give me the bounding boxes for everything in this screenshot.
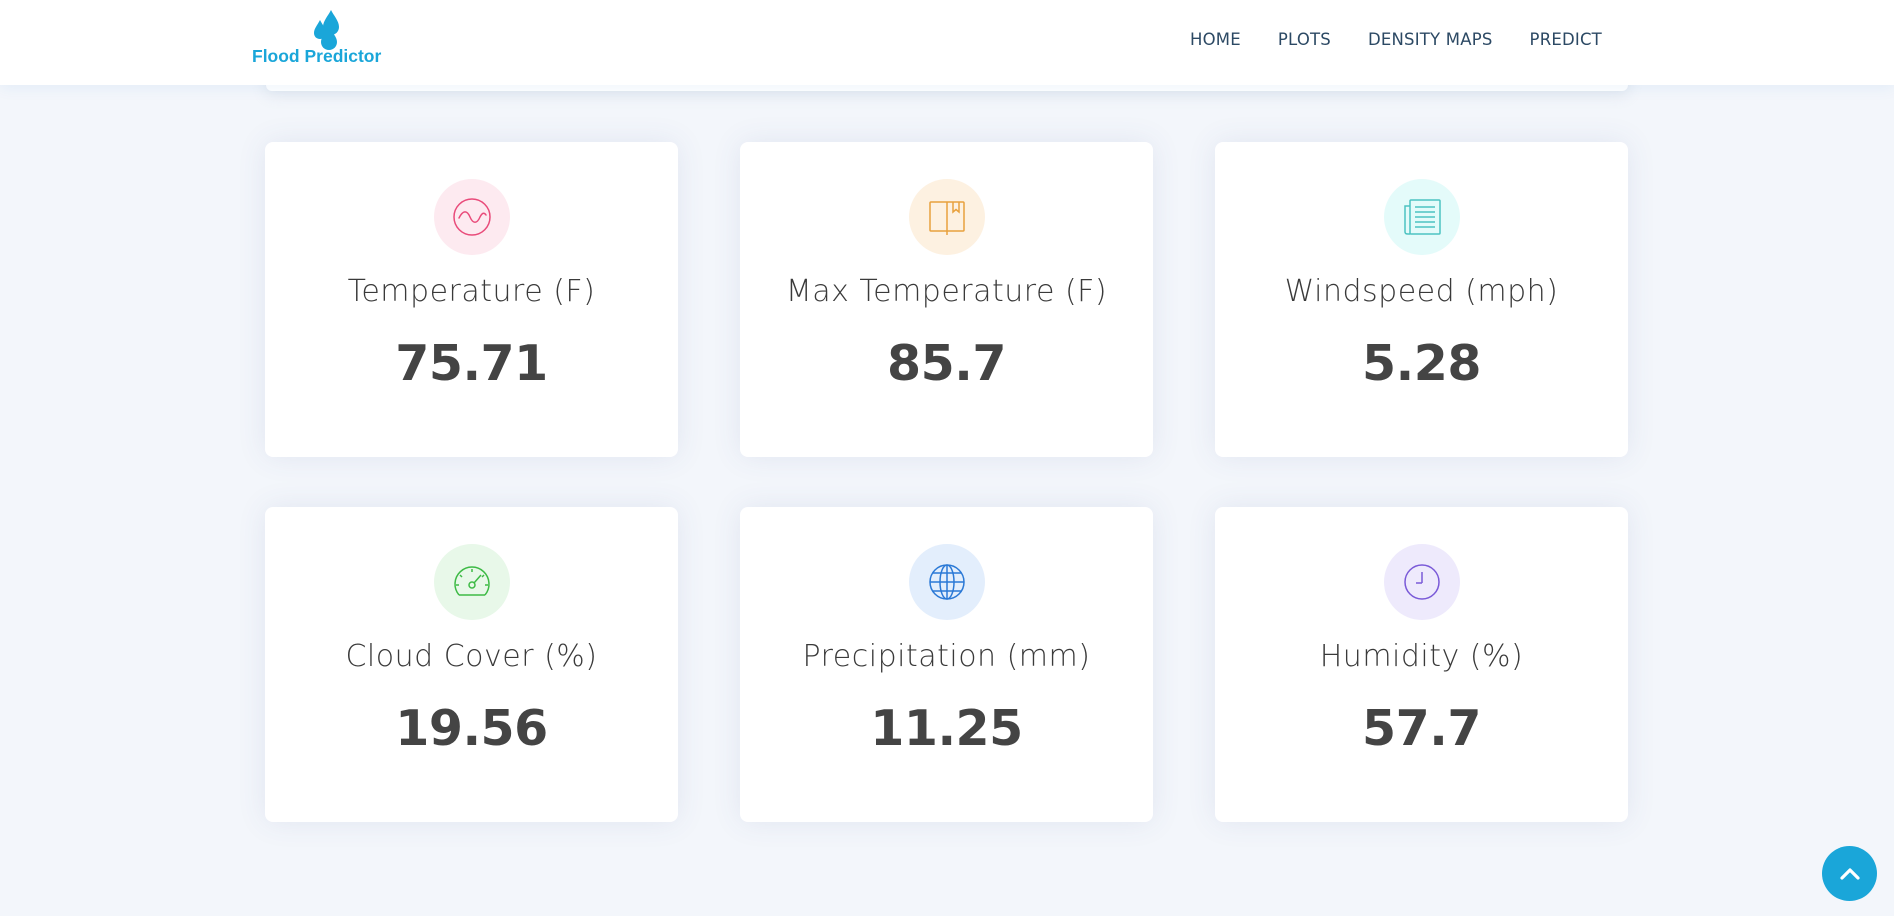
clock-icon	[1404, 564, 1440, 600]
stat-value: 57.7	[1362, 700, 1481, 757]
speedometer-icon	[454, 566, 490, 596]
globe-icon	[929, 564, 965, 600]
nav-density-maps[interactable]: DENSITY MAPS	[1368, 30, 1493, 49]
icon-circle	[909, 544, 985, 620]
stat-card-precipitation: Precipitation (mm) 11.25	[740, 507, 1153, 822]
stat-value: 75.71	[395, 335, 548, 392]
icon-circle	[1384, 544, 1460, 620]
icon-circle	[909, 179, 985, 255]
stat-value: 11.25	[870, 700, 1023, 757]
stat-label: Humidity (%)	[1319, 639, 1524, 674]
icon-circle	[434, 544, 510, 620]
logo-text: Flood Predictor	[252, 46, 382, 66]
site-header: Flood Predictor HOME PLOTS DENSITY MAPS …	[0, 0, 1894, 85]
stat-label: Temperature (F)	[347, 274, 596, 309]
stat-label: Windspeed (mph)	[1284, 274, 1559, 309]
stat-card-max-temperature: Max Temperature (F) 85.7	[740, 142, 1153, 457]
stat-label: Precipitation (mm)	[802, 639, 1091, 674]
stat-card-windspeed: Windspeed (mph) 5.28	[1215, 142, 1628, 457]
nav-predict[interactable]: PREDICT	[1530, 30, 1602, 49]
stat-value: 85.7	[887, 335, 1006, 392]
main-nav: HOME PLOTS DENSITY MAPS PREDICT	[1190, 30, 1639, 49]
water-drops-icon	[314, 10, 339, 50]
stat-value: 5.28	[1362, 335, 1481, 392]
nav-home[interactable]: HOME	[1190, 30, 1241, 49]
stat-card-temperature: Temperature (F) 75.71	[265, 142, 678, 457]
book-icon	[929, 201, 965, 235]
icon-circle	[434, 179, 510, 255]
stat-card-cloud-cover: Cloud Cover (%) 19.56	[265, 507, 678, 822]
wave-icon	[453, 198, 491, 236]
stat-label: Max Temperature (F)	[785, 274, 1108, 309]
logo[interactable]: Flood Predictor	[252, 10, 402, 70]
icon-circle	[1384, 179, 1460, 255]
chevron-up-icon	[1839, 867, 1860, 880]
stat-value: 19.56	[395, 700, 548, 757]
newspaper-icon	[1404, 199, 1441, 235]
stat-card-humidity: Humidity (%) 57.7	[1215, 507, 1628, 822]
back-to-top-button[interactable]	[1822, 846, 1877, 901]
nav-plots[interactable]: PLOTS	[1278, 30, 1331, 49]
stat-label: Cloud Cover (%)	[345, 639, 598, 674]
